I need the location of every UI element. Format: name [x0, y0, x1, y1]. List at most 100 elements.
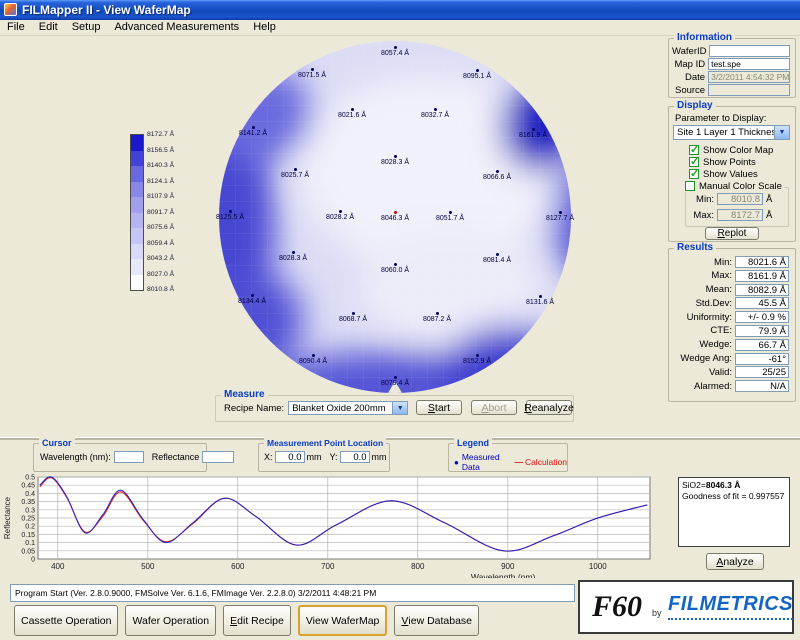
display-group: Display Parameter to Display: Site 1 Lay…: [668, 106, 796, 242]
information-group-title: Information: [674, 32, 735, 44]
menu-setup[interactable]: Setup: [65, 20, 108, 35]
goodness-of-fit: Goodness of fit = 0.997557: [682, 491, 786, 502]
checkbox-icon[interactable]: [689, 145, 699, 155]
scale-tick-label: 8043.2 Å: [147, 255, 197, 262]
result-value-wedge: 66.7 Å: [735, 339, 789, 351]
window-title: FILMapper II - View WaferMap: [22, 0, 191, 20]
y-tick-label: 0.35: [21, 499, 35, 506]
checkbox-icon[interactable]: [689, 169, 699, 179]
min-label: Min:: [690, 194, 714, 205]
result-value-alarmed: N/A: [735, 380, 789, 392]
x-tick-label: 400: [51, 562, 65, 571]
y-tick-label: 0.2: [25, 524, 35, 531]
result-label: Wedge Ang:: [672, 353, 732, 364]
analyze-button[interactable]: Analyze: [706, 553, 764, 570]
min-unit: Å: [766, 194, 772, 205]
info-label: Date: [672, 72, 705, 83]
information-group: Information WaferIDMap IDtest.speDate3/2…: [668, 38, 796, 98]
fit-result-box: SiO2=8046.3 Å Goodness of fit = 0.997557: [678, 477, 790, 547]
info-field-waferid[interactable]: [709, 45, 790, 57]
view-database-button[interactable]: View Database: [394, 605, 479, 636]
logo-model: F60: [592, 590, 642, 624]
edit-recipe-button[interactable]: Edit Recipe: [223, 605, 291, 636]
result-label: Max:: [672, 270, 732, 281]
y-tick-label: 0.5: [25, 475, 35, 482]
x-tick-label: 700: [321, 562, 335, 571]
recipe-name-label: Recipe Name:: [224, 403, 284, 414]
parameter-value: Site 1 Layer 1 Thickness: [677, 127, 781, 138]
x-tick-label: 500: [141, 562, 155, 571]
scale-tick-label: 8172.7 Å: [147, 131, 197, 138]
app-icon: [4, 3, 17, 16]
y-tick-label: 0.1: [25, 540, 35, 547]
y-axis-title: Reflectance: [3, 496, 12, 539]
menu-help[interactable]: Help: [246, 20, 283, 35]
display-group-title: Display: [674, 100, 716, 112]
app-window: FILMapper II - View WaferMap FileEditSet…: [0, 0, 800, 640]
result-value-min: 8021.6 Å: [735, 256, 789, 268]
manual-color-scale-checkbox[interactable]: Manual Color Scale: [683, 181, 784, 192]
y-tick-label: 0.25: [21, 516, 35, 523]
reanalyze-button[interactable]: Reanalyze: [526, 400, 572, 415]
max-field: 8172.7: [717, 209, 763, 221]
chevron-down-icon[interactable]: ▼: [774, 126, 789, 139]
menu-edit[interactable]: Edit: [32, 20, 65, 35]
info-field-source: [708, 84, 790, 96]
scale-tick-label: 8107.9 Å: [147, 193, 197, 200]
x-tick-label: 800: [411, 562, 425, 571]
start-button[interactable]: Start: [416, 400, 462, 415]
scale-tick-label: 8075.6 Å: [147, 224, 197, 231]
y-tick-label: 0.15: [21, 532, 35, 539]
info-label: Source: [672, 85, 705, 96]
result-label: Min:: [672, 257, 732, 268]
info-label: WaferID: [672, 46, 706, 57]
result-label: Alarmed:: [672, 381, 732, 392]
replot-button[interactable]: Replot: [705, 227, 759, 240]
recipe-name-select[interactable]: Blanket Oxide 200mm ▼: [288, 401, 408, 415]
result-label: Std.Dev:: [672, 298, 732, 309]
info-field-map-id[interactable]: test.spe: [708, 58, 790, 70]
result-value-wedgeang: -61°: [735, 353, 789, 365]
color-scale-bar: [130, 134, 144, 291]
manual-scale-box: Min: 8010.8 Å Max: 8172.7 Å: [685, 187, 789, 227]
menu-advanced-measurements[interactable]: Advanced Measurements: [107, 20, 246, 35]
bottom-button-bar: Cassette OperationWafer OperationEdit Re…: [14, 605, 479, 636]
view-wafermap-button[interactable]: View WaferMap: [298, 605, 388, 636]
cassette-operation-button[interactable]: Cassette Operation: [14, 605, 118, 636]
scale-tick-label: 8059.4 Å: [147, 240, 197, 247]
info-field-date: 3/2/2011 4:54:32 PM: [708, 71, 790, 83]
info-label: Map ID: [672, 59, 705, 70]
abort-button: Abort: [471, 400, 517, 415]
checkbox-show-values[interactable]: Show Values: [689, 169, 773, 180]
result-value-mean: 8082.9 Å: [735, 284, 789, 296]
result-value-uniformity: +/- 0.9 %: [735, 311, 789, 323]
fit-thickness: 8046.3 Å: [706, 480, 741, 490]
scale-tick-label: 8027.0 Å: [147, 271, 197, 278]
menu-file[interactable]: File: [0, 20, 32, 35]
checkbox-show-points[interactable]: Show Points: [689, 157, 773, 168]
y-tick-label: 0.45: [21, 483, 35, 490]
fit-material: SiO2=: [682, 480, 706, 490]
checkbox-icon[interactable]: [685, 181, 695, 191]
logo-brand: FILMETRICS: [668, 593, 793, 620]
max-label: Max:: [690, 210, 714, 221]
max-unit: Å: [766, 210, 772, 221]
checkbox-show-color-map[interactable]: Show Color Map: [689, 145, 773, 156]
y-tick-label: 0.4: [25, 491, 35, 498]
title-bar[interactable]: FILMapper II - View WaferMap: [0, 0, 800, 20]
wafer-operation-button[interactable]: Wafer Operation: [125, 605, 216, 636]
recipe-name-value: Blanket Oxide 200mm: [292, 403, 385, 414]
status-bar: Program Start (Ver. 2.8.0.9000, FMSolve …: [10, 584, 575, 602]
scale-tick-label: 8124.1 Å: [147, 178, 197, 185]
result-label: Wedge:: [672, 339, 732, 350]
result-value-cte: 79.9 Å: [735, 325, 789, 337]
checkbox-icon[interactable]: [689, 157, 699, 167]
wafer-map[interactable]: [219, 41, 571, 393]
parameter-select[interactable]: Site 1 Layer 1 Thickness ▼: [673, 125, 790, 140]
scale-tick-label: 8140.3 Å: [147, 162, 197, 169]
chevron-down-icon[interactable]: ▼: [392, 402, 407, 414]
reflectance-spectrum-chart[interactable]: 00.050.10.150.20.250.30.350.40.450.54005…: [0, 440, 665, 578]
min-field: 8010.8: [717, 193, 763, 205]
results-group: Results Min:8021.6 ÅMax:8161.9 ÅMean:808…: [668, 248, 796, 402]
y-tick-label: 0.3: [25, 507, 35, 514]
